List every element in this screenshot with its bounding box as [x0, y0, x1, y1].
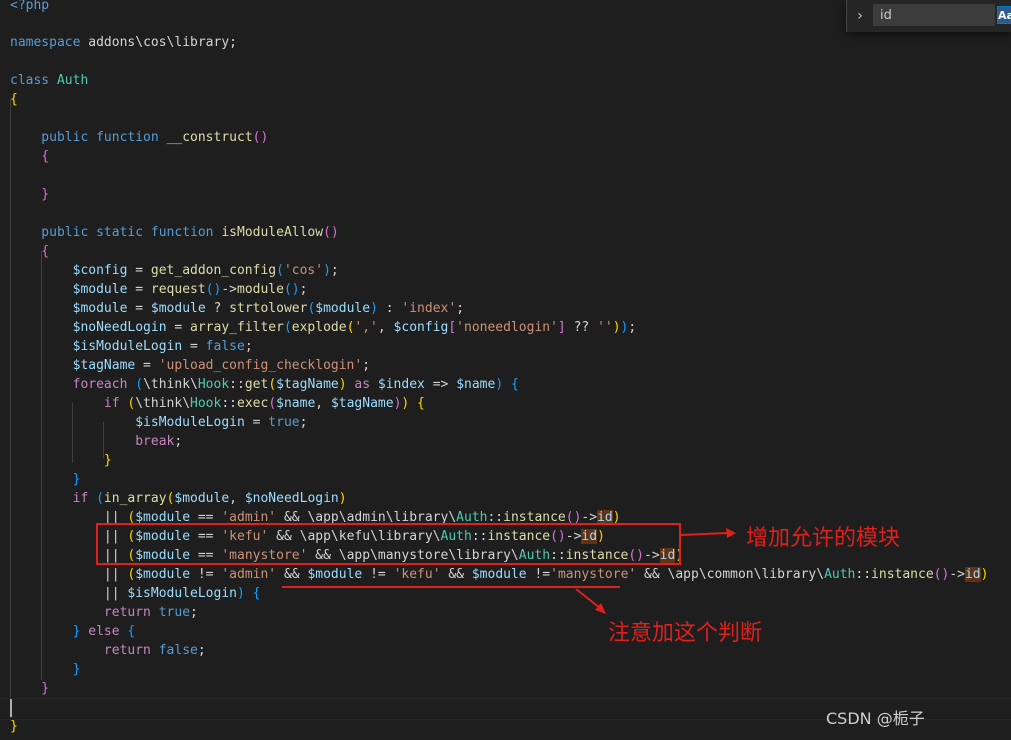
watermark: CSDN @栀子 — [826, 709, 925, 728]
annotation-arrows — [282, 528, 736, 614]
arrow-line — [680, 532, 729, 536]
arrow-head-icon — [726, 528, 736, 538]
arrow-line — [575, 588, 601, 609]
annotation-allowed-modules: 增加允许的模块 — [746, 526, 901, 551]
annotation-note-condition: 注意加这个判断 — [608, 621, 763, 646]
